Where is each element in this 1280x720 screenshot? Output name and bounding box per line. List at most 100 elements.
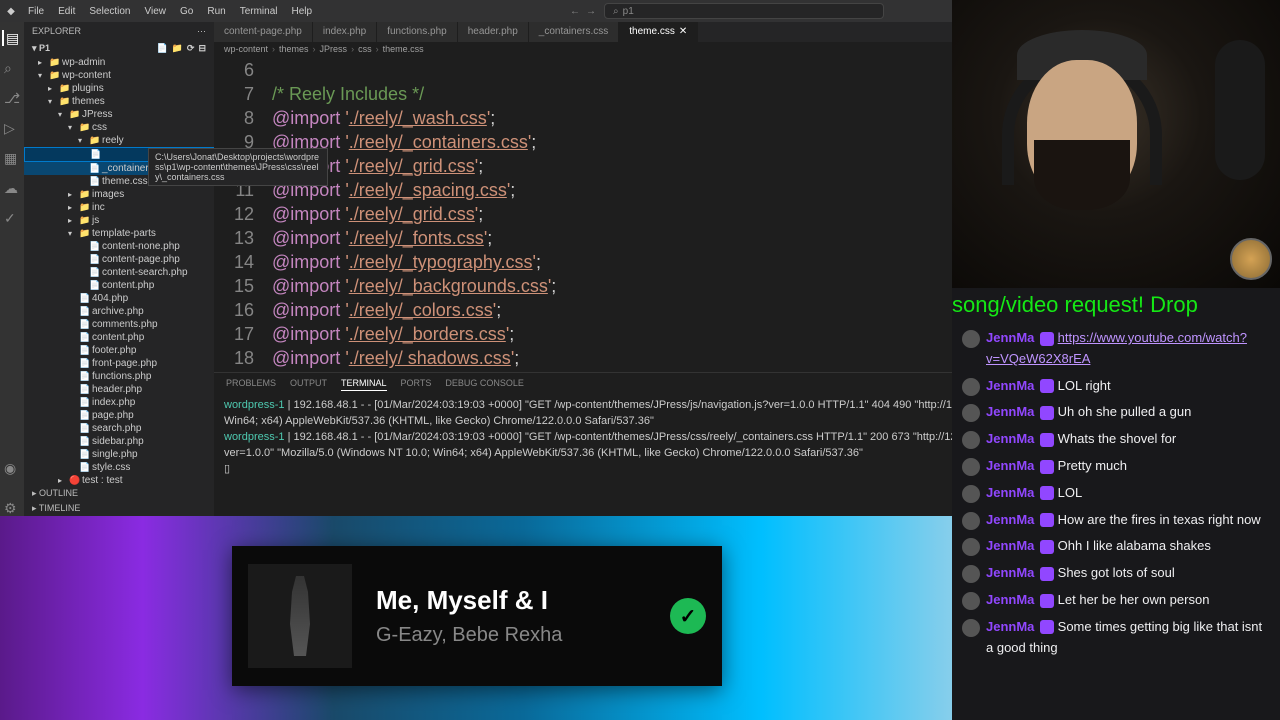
file-header.php[interactable]: 📄header.php <box>24 383 214 396</box>
breadcrumb-segment[interactable]: theme.css <box>383 44 424 54</box>
breadcrumb-segment[interactable]: themes <box>279 44 309 54</box>
folder-wp-content[interactable]: ▾📁wp-content <box>24 69 214 82</box>
chat-username[interactable]: JennMa <box>986 485 1034 500</box>
menu-view[interactable]: View <box>139 4 173 19</box>
project-name: P1 <box>39 43 50 53</box>
folder-test : test[interactable]: ▸🔴test : test <box>24 474 214 486</box>
chat-username[interactable]: JennMa <box>986 330 1034 345</box>
folder-JPress[interactable]: ▾📁JPress <box>24 108 214 121</box>
tab-_containers.css[interactable]: _containers.css <box>529 22 619 42</box>
chat-avatar[interactable] <box>962 565 980 583</box>
file-404.php[interactable]: 📄404.php <box>24 292 214 305</box>
chat-username[interactable]: JennMa <box>986 404 1034 419</box>
menu-terminal[interactable]: Terminal <box>234 4 284 19</box>
folder-inc[interactable]: ▸📁inc <box>24 201 214 214</box>
chat-avatar[interactable] <box>962 592 980 610</box>
testing-icon[interactable]: ✓ <box>4 210 20 226</box>
chat-username[interactable]: JennMa <box>986 565 1034 580</box>
chat-avatar[interactable] <box>962 458 980 476</box>
menu-run[interactable]: Run <box>201 4 231 19</box>
file-page.php[interactable]: 📄page.php <box>24 409 214 422</box>
chat-avatar[interactable] <box>962 404 980 422</box>
tab-header.php[interactable]: header.php <box>458 22 529 42</box>
search-icon[interactable]: ⌕ <box>4 60 20 76</box>
file-content.php[interactable]: 📄content.php <box>24 331 214 344</box>
breadcrumb-segment[interactable]: css <box>358 44 372 54</box>
menu-go[interactable]: Go <box>174 4 199 19</box>
chat-message: JennMa How are the fires in texas right … <box>962 510 1270 531</box>
folder-plugins[interactable]: ▸📁plugins <box>24 82 214 95</box>
chat-avatar[interactable] <box>962 485 980 503</box>
file-single.php[interactable]: 📄single.php <box>24 448 214 461</box>
panel-tab-terminal[interactable]: TERMINAL <box>341 376 387 391</box>
chat-username[interactable]: JennMa <box>986 619 1034 634</box>
panel-tab-problems[interactable]: PROBLEMS <box>226 376 276 390</box>
folder-template-parts[interactable]: ▾📁template-parts <box>24 227 214 240</box>
file-footer.php[interactable]: 📄footer.php <box>24 344 214 357</box>
extensions-icon[interactable]: ▦ <box>4 150 20 166</box>
breadcrumb-segment[interactable]: wp-content <box>224 44 268 54</box>
menu-selection[interactable]: Selection <box>83 4 136 19</box>
file-comments.php[interactable]: 📄comments.php <box>24 318 214 331</box>
sub-badge-icon <box>1040 379 1054 393</box>
folder-reely[interactable]: ▾📁reely <box>24 134 214 147</box>
folder-js[interactable]: ▸📁js <box>24 214 214 227</box>
refresh-icon[interactable]: ⟳ <box>187 43 195 54</box>
collapse-icon[interactable]: ⊟ <box>198 43 206 54</box>
panel-tab-ports[interactable]: PORTS <box>401 376 432 390</box>
chat-avatar[interactable] <box>962 538 980 556</box>
file-search.php[interactable]: 📄search.php <box>24 422 214 435</box>
chat-username[interactable]: JennMa <box>986 378 1034 393</box>
tab-index.php[interactable]: index.php <box>313 22 377 42</box>
close-icon[interactable]: ✕ <box>679 26 687 37</box>
tab-theme.css[interactable]: theme.css✕ <box>619 22 698 42</box>
chat-username[interactable]: JennMa <box>986 431 1034 446</box>
file-sidebar.php[interactable]: 📄sidebar.php <box>24 435 214 448</box>
debug-icon[interactable]: ▷ <box>4 120 20 136</box>
menu-edit[interactable]: Edit <box>52 4 81 19</box>
folder-images[interactable]: ▸📁images <box>24 188 214 201</box>
sub-badge-icon <box>1040 620 1054 634</box>
panel-tab-debug console[interactable]: DEBUG CONSOLE <box>445 376 524 390</box>
file-style.css[interactable]: 📄style.css <box>24 461 214 474</box>
file-content.php[interactable]: 📄content.php <box>24 279 214 292</box>
command-center[interactable]: ⌕p1 <box>604 3 884 19</box>
tab-content-page.php[interactable]: content-page.php <box>214 22 313 42</box>
explorer-icon[interactable]: ▤ <box>2 30 18 46</box>
file-functions.php[interactable]: 📄functions.php <box>24 370 214 383</box>
account-icon[interactable]: ◉ <box>4 460 20 476</box>
chat-username[interactable]: JennMa <box>986 512 1034 527</box>
new-file-icon[interactable]: 📄 <box>156 43 167 54</box>
file-content-search.php[interactable]: 📄content-search.php <box>24 266 214 279</box>
nav-arrows[interactable]: ←→ <box>570 6 596 17</box>
chat-avatar[interactable] <box>962 619 980 637</box>
chat-panel[interactable]: JennMa https://www.youtube.com/watch?v=V… <box>952 322 1280 720</box>
file-content-page.php[interactable]: 📄content-page.php <box>24 253 214 266</box>
chat-avatar[interactable] <box>962 431 980 449</box>
chat-avatar[interactable] <box>962 378 980 396</box>
git-icon[interactable]: ⎇ <box>4 90 20 106</box>
chat-avatar[interactable] <box>962 330 980 348</box>
chat-username[interactable]: JennMa <box>986 592 1034 607</box>
outline-section[interactable]: OUTLINE <box>39 488 78 498</box>
folder-themes[interactable]: ▾📁themes <box>24 95 214 108</box>
settings-icon[interactable]: ⚙ <box>4 500 20 516</box>
chat-username[interactable]: JennMa <box>986 458 1034 473</box>
file-front-page.php[interactable]: 📄front-page.php <box>24 357 214 370</box>
folder-css[interactable]: ▾📁css <box>24 121 214 134</box>
menu-help[interactable]: Help <box>286 4 319 19</box>
more-icon[interactable]: ⋯ <box>197 26 206 37</box>
file-content-none.php[interactable]: 📄content-none.php <box>24 240 214 253</box>
file-index.php[interactable]: 📄index.php <box>24 396 214 409</box>
timeline-section[interactable]: TIMELINE <box>39 503 81 513</box>
file-archive.php[interactable]: 📄archive.php <box>24 305 214 318</box>
chat-avatar[interactable] <box>962 512 980 530</box>
menu-file[interactable]: File <box>22 4 50 19</box>
chat-username[interactable]: JennMa <box>986 538 1034 553</box>
panel-tab-output[interactable]: OUTPUT <box>290 376 327 390</box>
new-folder-icon[interactable]: 📁 <box>172 43 183 54</box>
remote-icon[interactable]: ☁ <box>4 180 20 196</box>
folder-wp-admin[interactable]: ▸📁wp-admin <box>24 56 214 69</box>
tab-functions.php[interactable]: functions.php <box>377 22 458 42</box>
breadcrumb-segment[interactable]: JPress <box>320 44 348 54</box>
